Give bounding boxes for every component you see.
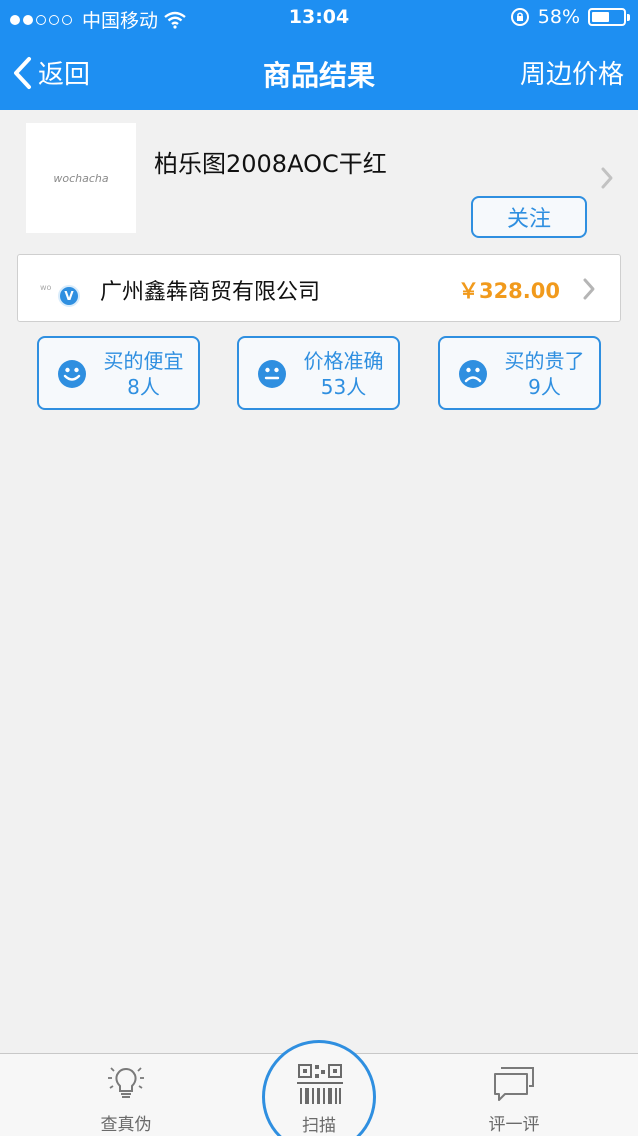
product-thumbnail: wochacha [26, 123, 136, 233]
rate-accurate-button[interactable]: 价格准确 53人 [237, 336, 400, 410]
tab-verify-label: 查真伪 [100, 1115, 152, 1135]
tab-review-label: 评一评 [488, 1115, 540, 1135]
rate-cheap-button[interactable]: 买的便宜 8人 [37, 336, 200, 410]
battery-icon [588, 8, 630, 26]
store-name: 广州鑫犇商贸有限公司 [100, 280, 321, 305]
app-screen: 中国移动 13:04 58% 返回 商品结果 周边价格 wochacha 柏乐图… [0, 0, 638, 1136]
rate-expensive-count: 9人 [528, 375, 561, 399]
follow-button[interactable]: 关注 [471, 196, 587, 238]
rate-expensive-text: 买的贵了 [504, 349, 585, 373]
chevron-right-icon [601, 167, 613, 189]
battery-percent: 58% [537, 6, 580, 28]
thumbnail-placeholder-logo: wochacha [53, 171, 109, 185]
tab-verify[interactable]: 查真伪 [56, 1054, 196, 1136]
status-bar: 中国移动 13:04 58% [0, 0, 638, 36]
tab-scan-label: 扫描 [302, 1116, 336, 1136]
sad-face-icon [459, 360, 487, 388]
rate-accurate-count: 53人 [320, 375, 367, 399]
store-logo-mark: wo [40, 283, 52, 292]
rate-cheap-count: 8人 [127, 375, 160, 399]
nav-bar: 返回 商品结果 周边价格 [0, 36, 638, 110]
product-name: 柏乐图2008AOC干红 [154, 150, 387, 178]
rate-cheap-label: 买的便宜 8人 [95, 348, 192, 400]
rate-accurate-text: 价格准确 [303, 349, 384, 373]
orientation-lock-icon [510, 8, 529, 26]
store-logo: wo V [40, 273, 92, 307]
neutral-face-icon [258, 360, 286, 388]
top-bar: 中国移动 13:04 58% 返回 商品结果 周边价格 [0, 0, 638, 110]
tab-review[interactable]: 评一评 [444, 1054, 584, 1136]
store-row[interactable]: wo V 广州鑫犇商贸有限公司 ￥328.00 [17, 254, 621, 322]
qr-barcode-icon [297, 1064, 343, 1104]
chat-bubbles-icon [494, 1067, 534, 1101]
verified-badge: V [58, 285, 80, 307]
nearby-prices-link[interactable]: 周边价格 [520, 54, 624, 91]
store-price: ￥328.00 [457, 279, 560, 303]
lightbulb-icon [108, 1067, 144, 1098]
rate-cheap-text: 买的便宜 [103, 349, 184, 373]
smile-face-icon [58, 360, 86, 388]
product-card[interactable]: wochacha 柏乐图2008AOC干红 关注 [0, 110, 638, 250]
rate-expensive-label: 买的贵了 9人 [496, 348, 593, 400]
rate-accurate-label: 价格准确 53人 [295, 348, 392, 400]
chevron-right-icon [583, 278, 595, 300]
status-right: 58% [510, 6, 630, 28]
rate-expensive-button[interactable]: 买的贵了 9人 [438, 336, 601, 410]
